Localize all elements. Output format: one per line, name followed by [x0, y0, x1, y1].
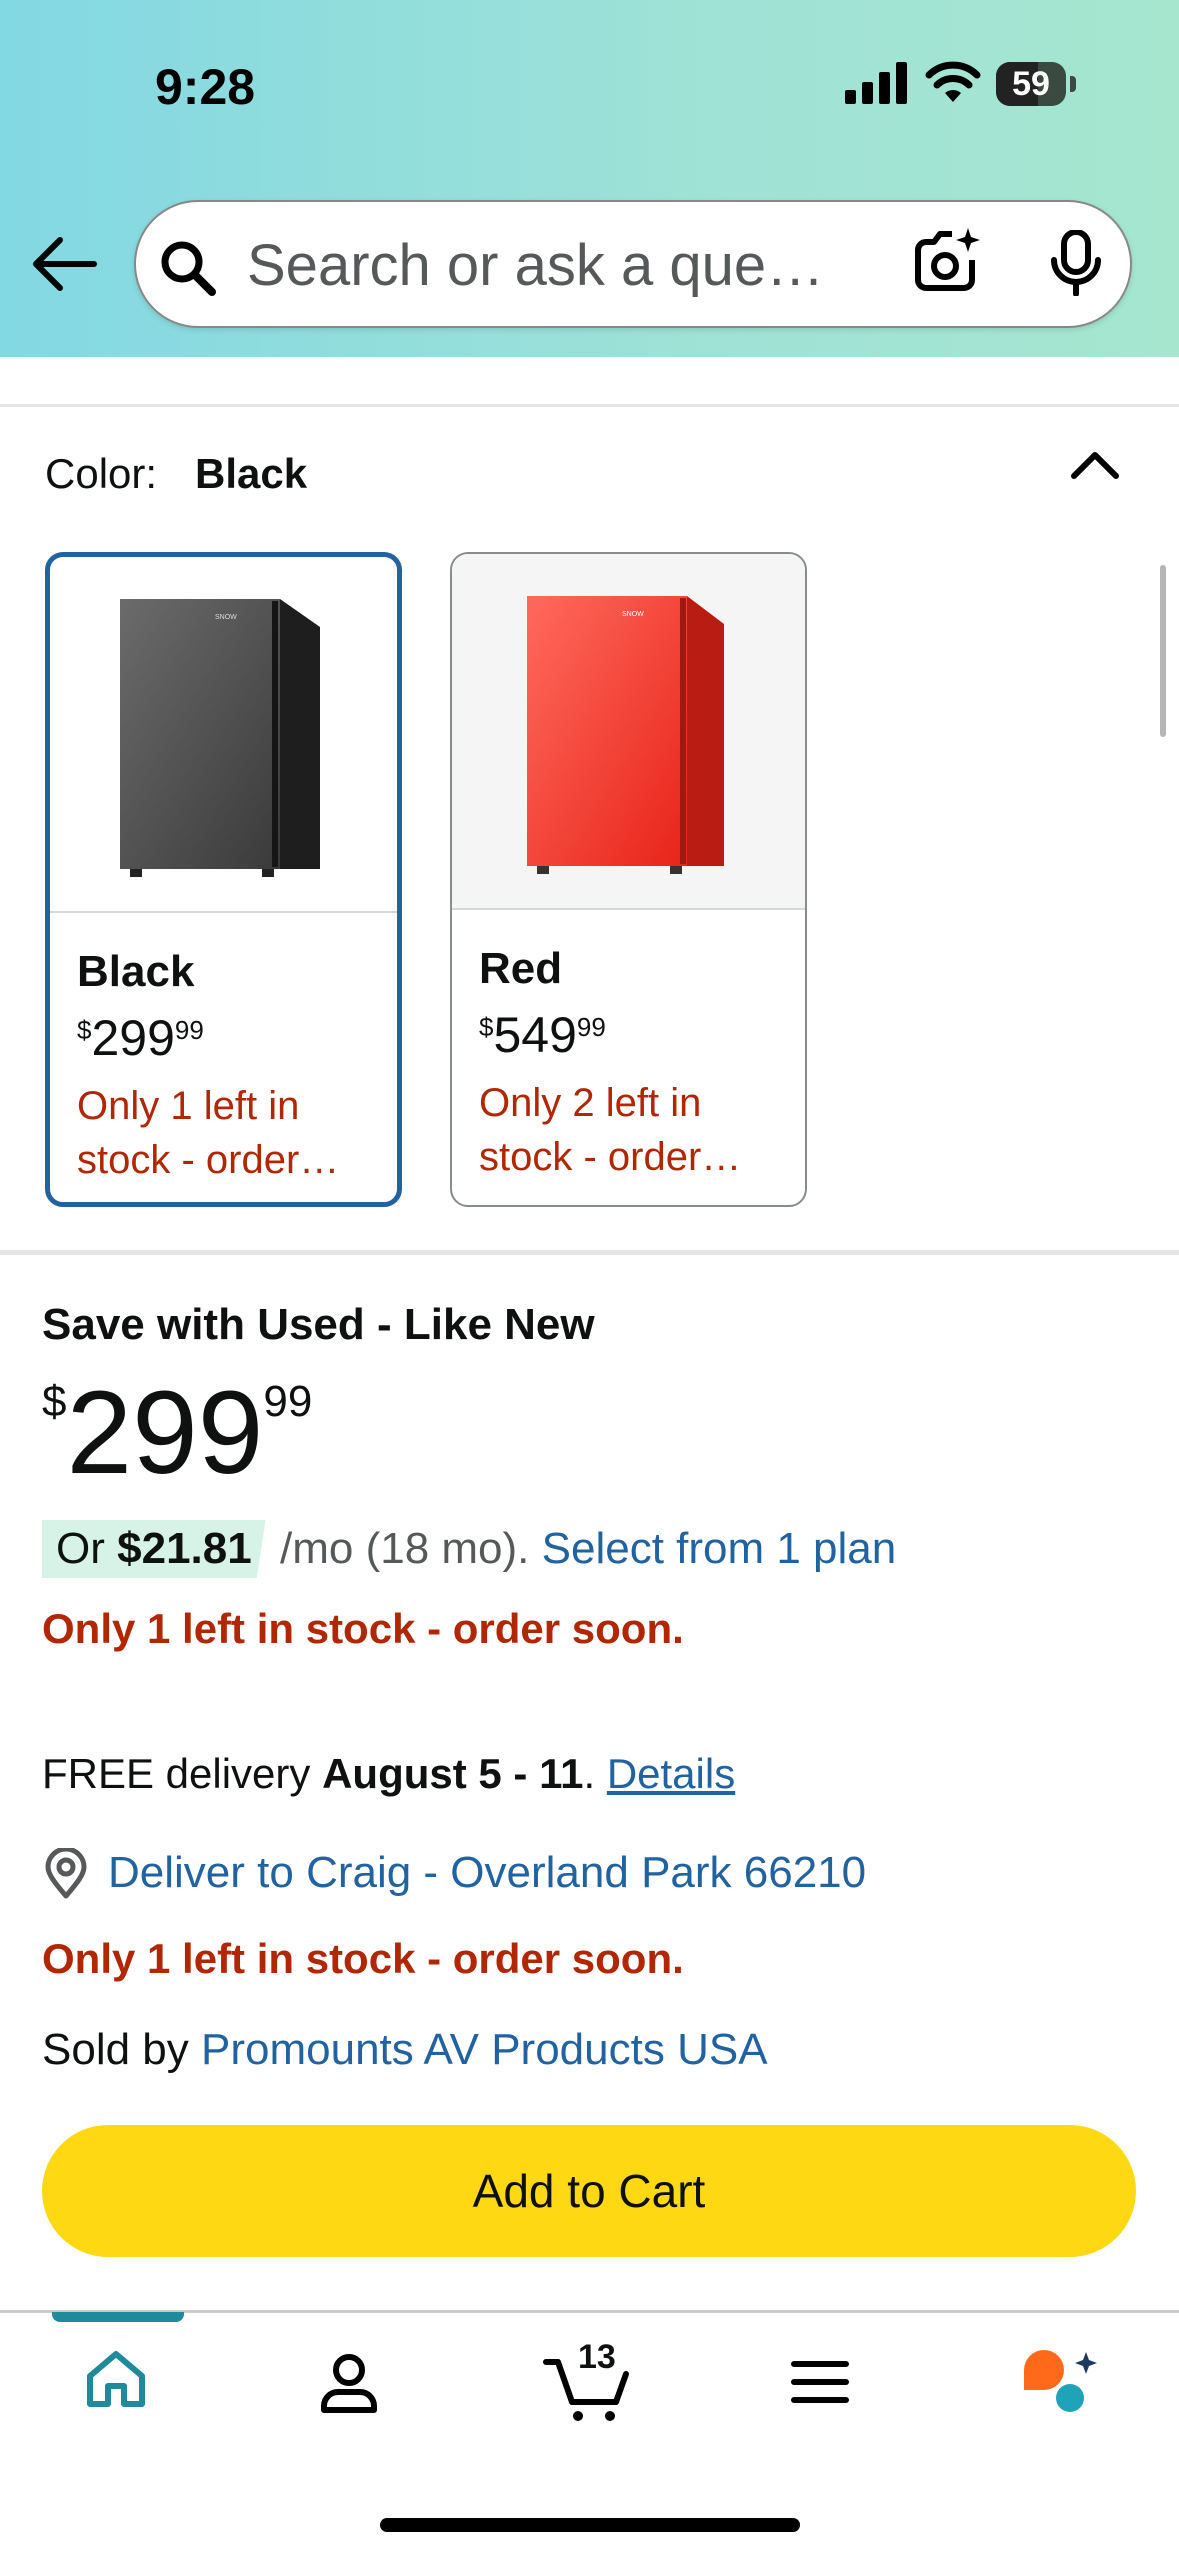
microphone-icon[interactable]: [1046, 230, 1106, 296]
search-input[interactable]: Search or ask a que…: [247, 232, 824, 299]
scrollbar[interactable]: [1160, 565, 1166, 737]
fridge-black-image: SNOW: [120, 599, 320, 877]
sold-by: Sold by Promounts AV Products USA: [42, 2025, 768, 2074]
offer-heading: Save with Used - Like New: [42, 1300, 595, 1349]
product-image-black: SNOW: [50, 557, 397, 913]
section-divider: [0, 404, 1179, 407]
delivery-info: FREE delivery August 5 - 11. Details: [42, 1750, 736, 1797]
cart-count-badge: 13: [578, 2338, 616, 2376]
account-icon[interactable]: [318, 2352, 380, 2414]
home-icon[interactable]: [84, 2350, 148, 2410]
nav-active-indicator: [52, 2312, 184, 2322]
swatch-name: Red: [479, 944, 563, 993]
battery-icon: 59: [996, 62, 1066, 106]
deliver-to-link[interactable]: Deliver to Craig - Overland Park 66210: [108, 1848, 866, 1898]
home-indicator: [380, 2518, 800, 2532]
color-label: Color:: [45, 450, 158, 497]
payment-plan-text: /mo (18 mo). Select from 1 plan: [280, 1524, 897, 1573]
select-plan-link[interactable]: Select from 1 plan: [542, 1524, 897, 1573]
swatch-price: $29999: [77, 1010, 204, 1066]
offer-price: $29999: [42, 1367, 313, 1499]
product-image-red: SNOW: [452, 554, 805, 910]
status-time: 9:28: [155, 59, 256, 115]
chevron-up-icon[interactable]: [1070, 450, 1120, 480]
swatch-name: Black: [77, 947, 195, 996]
stock-notice: Only 1 left in stock - order soon.: [42, 1605, 684, 1652]
svg-text:SNOW: SNOW: [622, 611, 644, 618]
swatch-stock: Only 2 left in stock - order…: [479, 1081, 742, 1179]
battery-tip: [1070, 76, 1076, 92]
swatch-price: $54999: [479, 1007, 606, 1063]
cellular-signal-icon: [845, 62, 907, 104]
battery-level: 59: [1012, 65, 1050, 103]
selected-color: Black: [195, 450, 308, 497]
payment-plan-badge: Or $21.81: [42, 1520, 266, 1578]
svg-text:SNOW: SNOW: [215, 614, 237, 621]
seller-link[interactable]: Promounts AV Products USA: [201, 2025, 768, 2074]
color-option-red[interactable]: SNOW Red $54999 Only 2 left in stock - o…: [450, 552, 807, 1207]
rufus-assistant-icon[interactable]: [1020, 2348, 1100, 2420]
color-option-black[interactable]: SNOW Black $29999 Only 1 left in stock -…: [45, 552, 402, 1207]
delivery-details-link[interactable]: Details: [607, 1750, 735, 1797]
wifi-icon: [925, 61, 981, 102]
swatch-stock: Only 1 left in stock - order…: [77, 1084, 340, 1182]
location-pin-icon: [45, 1848, 87, 1899]
back-arrow-icon[interactable]: [30, 234, 100, 294]
stock-notice: Only 1 left in stock - order soon.: [42, 1935, 684, 1982]
search-icon: [161, 241, 216, 296]
menu-icon[interactable]: [790, 2358, 850, 2406]
camera-search-icon[interactable]: [912, 226, 984, 294]
add-to-cart-button[interactable]: Add to Cart: [42, 2125, 1136, 2257]
section-divider: [0, 1250, 1179, 1255]
fridge-red-image: SNOW: [527, 596, 724, 874]
